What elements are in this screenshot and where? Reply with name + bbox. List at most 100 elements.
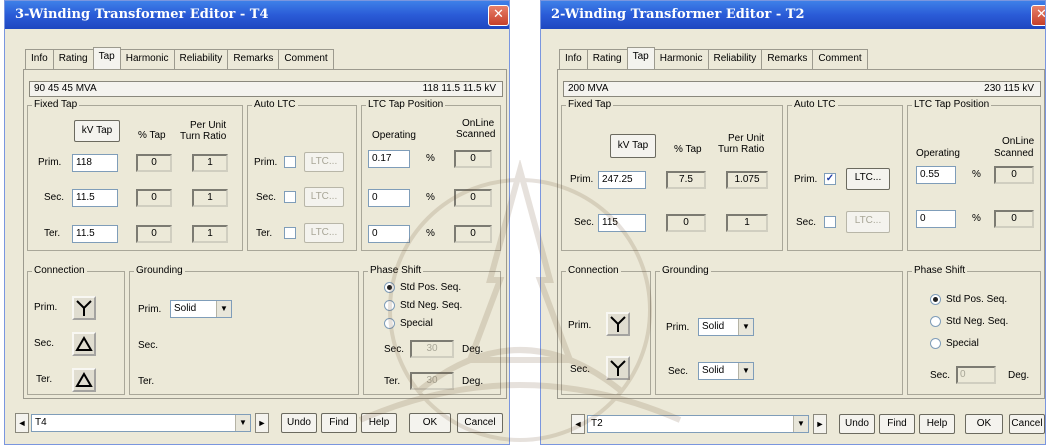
ratio-header-2: Turn Ratio [718, 144, 765, 155]
tab-tap[interactable]: Tap [92, 47, 121, 69]
ps-sec-unit: Deg. [1008, 370, 1030, 381]
ps-sec-label: Sec. [930, 370, 951, 381]
tab-remarks[interactable]: Remarks [761, 49, 814, 69]
ps-sec-input: 0 [956, 366, 996, 384]
sec-grounding-select[interactable]: Solid ▼ [698, 362, 754, 380]
ltc-prim-checkbox[interactable]: ✓ [824, 173, 836, 185]
sec-kv-input[interactable]: 11.5 [72, 189, 118, 207]
ok-button[interactable]: OK [965, 414, 1003, 434]
kv-rating: 118 11.5 11.5 kV [422, 83, 496, 94]
special-radio[interactable] [930, 338, 941, 349]
tab-comment[interactable]: Comment [278, 49, 334, 69]
tab-bar: Info Rating Tap Harmonic Reliability Rem… [25, 47, 334, 70]
prim-grounding-select[interactable]: Solid ▼ [698, 318, 754, 336]
prim-wye-connection-button[interactable] [72, 296, 96, 320]
ltc-sec-button[interactable]: LTC... [304, 187, 344, 207]
ter-operating-input[interactable]: 0 [368, 225, 410, 243]
help-button[interactable]: Help [361, 413, 397, 433]
sec-operating-input[interactable]: 0 [368, 189, 410, 207]
prim-grounding-value: Solid [702, 321, 725, 332]
std-pos-seq-radio[interactable] [930, 294, 941, 305]
find-button[interactable]: Find [321, 413, 357, 433]
tab-comment[interactable]: Comment [812, 49, 868, 69]
tab-info[interactable]: Info [25, 49, 54, 69]
tab-rating[interactable]: Rating [586, 49, 628, 69]
ter-delta-connection-button[interactable] [72, 368, 96, 392]
sec-pct-tap: 0 [666, 214, 706, 232]
prim-pct-tap: 7.5 [666, 171, 706, 189]
std-neg-seq-radio[interactable] [930, 316, 941, 327]
next-record-button[interactable]: ► [813, 414, 827, 434]
help-button[interactable]: Help [919, 414, 955, 434]
tab-rating[interactable]: Rating [52, 49, 94, 69]
prim-kv-input[interactable]: 118 [72, 154, 118, 172]
prim-wye-connection-button[interactable] [606, 312, 630, 336]
kv-tap-button[interactable]: kV Tap [610, 134, 656, 158]
ratio-header-2: Turn Ratio [180, 131, 227, 142]
ltc-tap-position-group: LTC Tap Position Operating OnLine Scanne… [361, 99, 501, 251]
special-radio[interactable] [384, 318, 395, 329]
cancel-button[interactable]: Cancel [1009, 414, 1045, 434]
kv-tap-button[interactable]: kV Tap [74, 120, 120, 142]
fixed-tap-title: Fixed Tap [32, 99, 80, 110]
ltc-prim-label: Prim. [794, 174, 818, 185]
gnd-prim-label: Prim. [138, 304, 162, 315]
auto-ltc-title: Auto LTC [792, 99, 838, 110]
ltc-ter-checkbox[interactable] [284, 227, 296, 239]
prim-operating-input[interactable]: 0.17 [368, 150, 410, 168]
ok-button[interactable]: OK [409, 413, 451, 433]
tab-remarks[interactable]: Remarks [227, 49, 280, 69]
record-select[interactable]: T4 ▼ [31, 414, 251, 432]
tab-reliability[interactable]: Reliability [173, 49, 229, 69]
sec-wye-connection-button[interactable] [606, 356, 630, 380]
ltc-ter-button[interactable]: LTC... [304, 223, 344, 243]
ltc-sec-button[interactable]: LTC... [846, 211, 890, 233]
prev-record-button[interactable]: ◄ [15, 413, 29, 433]
delta-icon [75, 372, 93, 387]
tab-reliability[interactable]: Reliability [707, 49, 763, 69]
std-neg-seq-label: Std Neg. Seq. [946, 316, 1009, 327]
tab-tap[interactable]: Tap [626, 47, 655, 69]
prev-record-button[interactable]: ◄ [571, 414, 585, 434]
ps-ter-input: 30 [410, 372, 454, 390]
std-pos-seq-radio[interactable] [384, 282, 395, 293]
prim-operating-input[interactable]: 0.55 [916, 166, 956, 184]
prim-kv-input[interactable]: 247.25 [598, 171, 646, 189]
ter-kv-input[interactable]: 11.5 [72, 225, 118, 243]
sec-kv-input[interactable]: 115 [598, 214, 646, 232]
fixed-tap-group: Fixed Tap kV Tap % Tap Per Unit Turn Rat… [27, 99, 243, 251]
tab-harmonic[interactable]: Harmonic [653, 49, 709, 69]
tab-info[interactable]: Info [559, 49, 588, 69]
record-select[interactable]: T2 ▼ [587, 415, 809, 433]
sec-operating-input[interactable]: 0 [916, 210, 956, 228]
ps-sec-label: Sec. [384, 344, 405, 355]
close-button[interactable]: ✕ [488, 5, 509, 26]
ps-sec-input: 30 [410, 340, 454, 358]
ltc-prim-button[interactable]: LTC... [846, 168, 890, 190]
ltc-sec-checkbox[interactable] [824, 216, 836, 228]
prim-grounding-select[interactable]: Solid ▼ [170, 300, 232, 318]
tab-harmonic[interactable]: Harmonic [119, 49, 175, 69]
sec-scanned: 0 [994, 210, 1034, 228]
undo-button[interactable]: Undo [839, 414, 875, 434]
conn-sec-label: Sec. [34, 338, 55, 349]
prim-turn-ratio: 1 [192, 154, 228, 172]
phase-shift-group: Phase Shift Std Pos. Seq. Std Neg. Seq. … [907, 265, 1041, 395]
close-button[interactable]: ✕ [1031, 5, 1045, 26]
undo-button[interactable]: Undo [281, 413, 317, 433]
cancel-button[interactable]: Cancel [457, 413, 503, 433]
ltc-prim-checkbox[interactable] [284, 156, 296, 168]
auto-ltc-group: Auto LTC Prim. LTC... Sec. LTC... Ter. L… [247, 99, 357, 251]
ltc-prim-button[interactable]: LTC... [304, 152, 344, 172]
three-winding-editor-window: 3-Winding Transformer Editor - T4 ✕ Info… [4, 0, 510, 445]
find-button[interactable]: Find [879, 414, 915, 434]
next-record-button[interactable]: ► [255, 413, 269, 433]
std-neg-seq-radio[interactable] [384, 300, 395, 311]
ratio-header-1: Per Unit [728, 133, 765, 144]
ltc-sec-checkbox[interactable] [284, 191, 296, 203]
window-title: 2-Winding Transformer Editor - T2 [541, 1, 1045, 29]
sec-delta-connection-button[interactable] [72, 332, 96, 356]
kv-rating: 230 115 kV [984, 83, 1034, 94]
conn-prim-label: Prim. [34, 302, 58, 313]
ps-ter-unit: Deg. [462, 376, 484, 387]
